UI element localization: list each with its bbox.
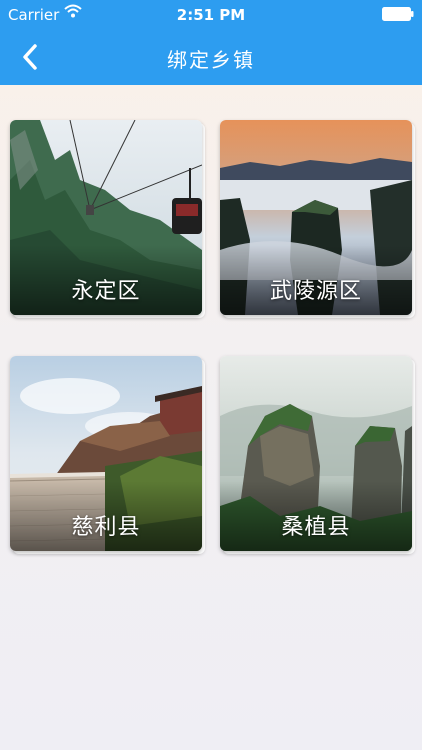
header: Carrier 2:51 PM 绑定乡镇 [0, 0, 422, 85]
town-card-wulingyuan[interactable]: 武陵源区 [220, 120, 412, 315]
status-time: 2:51 PM [176, 6, 246, 24]
town-name: 桑植县 [281, 515, 351, 540]
town-name: 武陵源区 [269, 279, 362, 304]
town-card-sangzhi[interactable]: 桑植县 [220, 356, 412, 551]
nav-bar: 绑定乡镇 [0, 30, 422, 85]
town-card-yongding[interactable]: 永定区 [10, 120, 202, 315]
battery-icon [382, 7, 414, 21]
town-card-cili[interactable]: 慈利县 [10, 356, 202, 551]
status-bar: Carrier 2:51 PM [0, 0, 422, 30]
town-name: 永定区 [71, 279, 141, 304]
page-title: 绑定乡镇 [167, 48, 255, 72]
town-name: 慈利县 [71, 515, 141, 540]
